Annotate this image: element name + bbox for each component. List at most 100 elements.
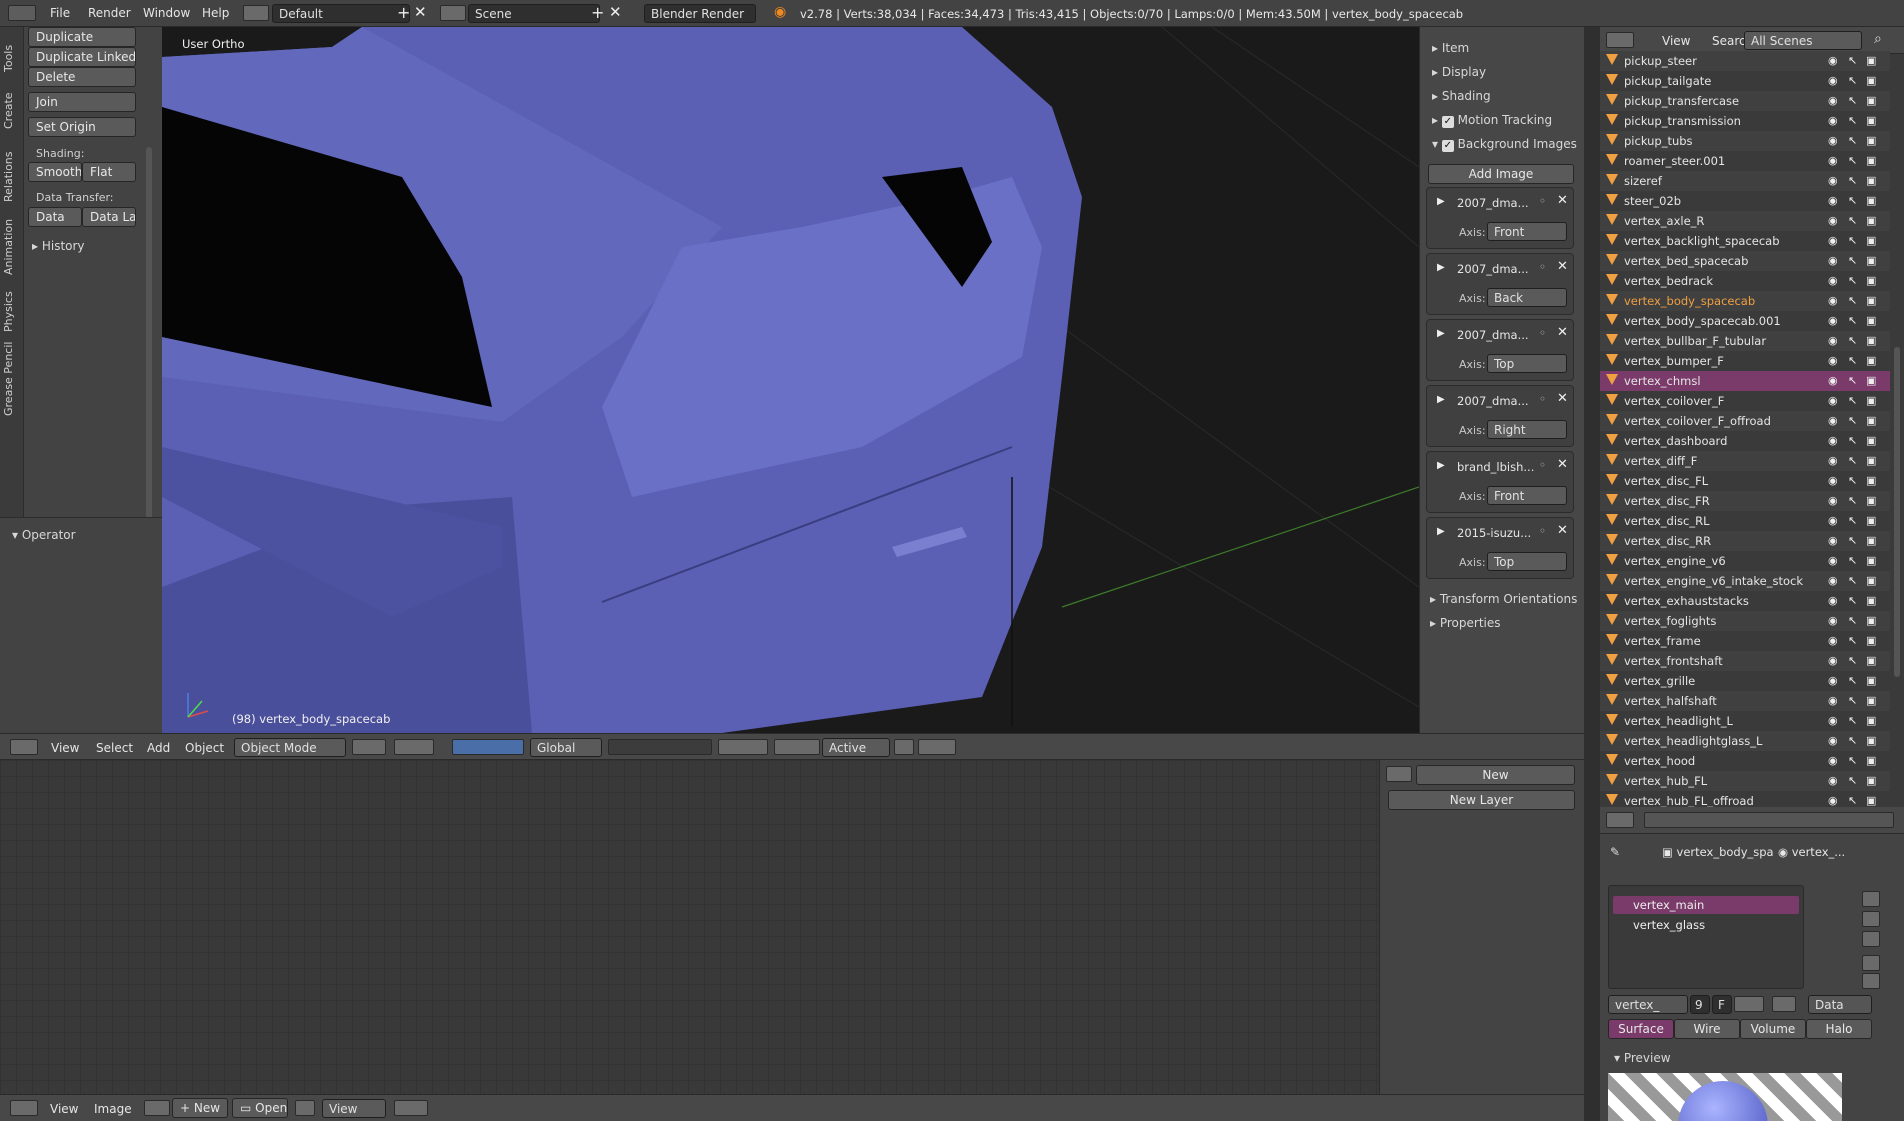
restrict-icons[interactable]: ◉ ↖ ▣ — [1828, 394, 1884, 408]
fake-user-button[interactable]: F — [1712, 995, 1732, 1014]
layout-icon[interactable] — [243, 5, 269, 21]
render-icon[interactable]: ▣ — [1866, 214, 1876, 227]
render-icon[interactable]: ▣ — [1866, 54, 1876, 67]
viewport-menu-select[interactable]: Select — [96, 741, 133, 755]
pivot-select[interactable]: Active — [822, 738, 890, 757]
tab-surface[interactable]: Surface — [1608, 1019, 1674, 1039]
viewport-menu-object[interactable]: Object — [185, 741, 224, 755]
restrict-icons[interactable]: ◉ ↖ ▣ — [1828, 354, 1884, 368]
eye-icon[interactable]: ◉ — [1828, 554, 1838, 567]
manipulator-icon[interactable] — [452, 739, 524, 755]
select-icon[interactable]: ↖ — [1848, 734, 1857, 747]
visibility-icon[interactable]: ◦ — [1539, 524, 1546, 538]
select-icon[interactable]: ↖ — [1848, 574, 1857, 587]
outliner-row[interactable]: vertex_disc_FR ◉ ↖ ▣ — [1600, 491, 1890, 511]
data-layout-button[interactable]: Data Lay — [82, 207, 136, 227]
tab-create[interactable]: Create — [2, 83, 22, 139]
render-icon[interactable]: ▣ — [1866, 414, 1876, 427]
select-icon[interactable]: ↖ — [1848, 794, 1857, 807]
eye-icon[interactable]: ◉ — [1828, 294, 1838, 307]
eye-icon[interactable]: ◉ — [1828, 314, 1838, 327]
eye-icon[interactable]: ◉ — [1828, 794, 1838, 807]
render-icon[interactable]: ▣ — [1866, 674, 1876, 687]
slot-menu-icon[interactable] — [1862, 931, 1880, 947]
mode-select[interactable]: Object Mode — [234, 738, 346, 757]
restrict-icons[interactable]: ◉ ↖ ▣ — [1828, 334, 1884, 348]
shading-mode-icon[interactable] — [352, 739, 386, 755]
eye-icon[interactable]: ◉ — [1828, 514, 1838, 527]
scene-field[interactable]: Scene — [468, 4, 600, 23]
outliner-row[interactable]: vertex_grille ◉ ↖ ▣ — [1600, 671, 1890, 691]
slot-up-icon[interactable] — [1862, 955, 1880, 971]
outliner-row[interactable]: pickup_transmission ◉ ↖ ▣ — [1600, 111, 1890, 131]
remove-image-icon[interactable]: ✕ — [1557, 193, 1568, 208]
outliner-row[interactable]: vertex_body_spacecab ◉ ↖ ▣ — [1600, 291, 1890, 311]
restrict-icons[interactable]: ◉ ↖ ▣ — [1828, 594, 1884, 608]
pin-icon[interactable] — [295, 1100, 315, 1116]
restrict-icons[interactable]: ◉ ↖ ▣ — [1828, 774, 1884, 788]
restrict-icons[interactable]: ◉ ↖ ▣ — [1828, 574, 1884, 588]
viewport-3d[interactable]: User Ortho (98) vertex_body_spacecab — [162, 27, 1419, 733]
outliner-row[interactable]: vertex_halfshaft ◉ ↖ ▣ — [1600, 691, 1890, 711]
outliner-row[interactable]: pickup_tailgate ◉ ↖ ▣ — [1600, 71, 1890, 91]
render-icon[interactable]: ▣ — [1866, 134, 1876, 147]
orientation-select[interactable]: Global — [530, 738, 602, 757]
eye-icon[interactable]: ◉ — [1828, 94, 1838, 107]
axis-select[interactable]: Back — [1487, 288, 1567, 307]
render-icon[interactable]: ▣ — [1866, 494, 1876, 507]
restrict-icons[interactable]: ◉ ↖ ▣ — [1828, 414, 1884, 428]
outliner-row[interactable]: vertex_body_spacecab.001 ◉ ↖ ▣ — [1600, 311, 1890, 331]
delete-button[interactable]: Delete — [28, 67, 136, 87]
select-icon[interactable]: ↖ — [1848, 194, 1857, 207]
eye-icon[interactable]: ◉ — [1828, 114, 1838, 127]
select-icon[interactable]: ↖ — [1848, 474, 1857, 487]
eye-icon[interactable]: ◉ — [1828, 274, 1838, 287]
render-icon[interactable]: ▣ — [1866, 294, 1876, 307]
eye-icon[interactable]: ◉ — [1828, 134, 1838, 147]
area-divider[interactable] — [1584, 27, 1600, 1121]
background-images-header[interactable]: ▾ ✓ Background Images — [1432, 137, 1577, 152]
display-panel-header[interactable]: ▸ Display — [1432, 65, 1486, 79]
render-icon[interactable]: ▣ — [1866, 114, 1876, 127]
render-icon[interactable]: ▣ — [1866, 774, 1876, 787]
layers-icon[interactable] — [608, 739, 712, 755]
outliner-row[interactable]: vertex_frontshaft ◉ ↖ ▣ — [1600, 651, 1890, 671]
render-icon[interactable]: ▣ — [1866, 194, 1876, 207]
copy-material-icon[interactable] — [1772, 996, 1796, 1012]
render-icon[interactable]: ▣ — [1866, 554, 1876, 567]
outliner-row[interactable]: vertex_frame ◉ ↖ ▣ — [1600, 631, 1890, 651]
select-icon[interactable]: ↖ — [1848, 114, 1857, 127]
image-open-button[interactable]: ▭ Open — [232, 1098, 288, 1118]
outliner-row[interactable]: vertex_engine_v6 ◉ ↖ ▣ — [1600, 551, 1890, 571]
eye-icon[interactable]: ◉ — [1828, 594, 1838, 607]
render-icon[interactable]: ▣ — [1866, 334, 1876, 347]
select-icon[interactable]: ↖ — [1848, 674, 1857, 687]
remove-image-icon[interactable]: ✕ — [1557, 325, 1568, 340]
render-icon[interactable]: ▣ — [1866, 754, 1876, 767]
close-scene-icon[interactable]: ✕ — [609, 3, 622, 21]
eye-icon[interactable]: ◉ — [1828, 414, 1838, 427]
eye-icon[interactable]: ◉ — [1828, 454, 1838, 467]
restrict-icons[interactable]: ◉ ↖ ▣ — [1828, 294, 1884, 308]
eye-icon[interactable]: ◉ — [1828, 174, 1838, 187]
eye-icon[interactable]: ◉ — [1828, 634, 1838, 647]
render-icon[interactable]: ▣ — [1866, 314, 1876, 327]
axis-select[interactable]: Right — [1487, 420, 1567, 439]
data-transfer-button[interactable]: Data — [28, 207, 82, 227]
axis-select[interactable]: Top — [1487, 354, 1567, 373]
render-icon[interactable]: ▣ — [1866, 474, 1876, 487]
outliner-row[interactable]: vertex_diff_F ◉ ↖ ▣ — [1600, 451, 1890, 471]
select-icon[interactable]: ↖ — [1848, 594, 1857, 607]
new-layer-button[interactable]: New Layer — [1388, 790, 1575, 810]
outliner-row[interactable]: vertex_backlight_spacecab ◉ ↖ ▣ — [1600, 231, 1890, 251]
menu-file[interactable]: File — [50, 6, 70, 20]
display-mode-select[interactable]: All Scenes — [1744, 31, 1862, 50]
select-icon[interactable]: ↖ — [1848, 694, 1857, 707]
select-icon[interactable]: ↖ — [1848, 174, 1857, 187]
eye-icon[interactable]: ◉ — [1828, 374, 1838, 387]
outliner-scrollbar[interactable] — [1894, 347, 1900, 677]
remove-image-icon[interactable]: ✕ — [1557, 457, 1568, 472]
restrict-icons[interactable]: ◉ ↖ ▣ — [1828, 114, 1884, 128]
smooth-button[interactable]: Smooth — [28, 162, 82, 182]
outliner-row[interactable]: vertex_disc_FL ◉ ↖ ▣ — [1600, 471, 1890, 491]
